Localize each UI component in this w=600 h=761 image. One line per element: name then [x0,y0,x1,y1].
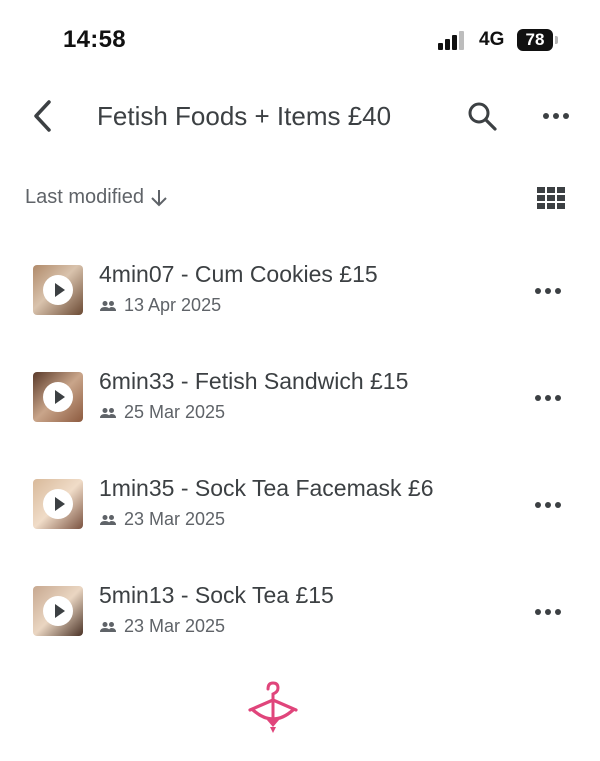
more-horiz-icon[interactable] [534,607,562,617]
file-name: 4min07 - Cum Cookies £15 [99,261,378,287]
file-row[interactable]: 4min07 - Cum Cookies £15 13 Apr 2025 [0,252,600,332]
more-horiz-icon[interactable] [534,393,562,403]
file-meta: 23 Mar 2025 [99,616,225,637]
file-row[interactable]: 6min33 - Fetish Sandwich £15 25 Mar 2025 [0,359,600,439]
file-meta: 23 Mar 2025 [99,509,225,530]
modified-date: 25 Mar 2025 [124,402,226,422]
file-row[interactable]: 5min13 - Sock Tea £15 23 Mar 2025 [0,573,600,653]
arrow-down-icon [151,189,167,206]
modified-date: 23 Mar 2025 [124,509,226,529]
play-icon [43,489,73,519]
cellular-signal-icon [438,31,464,50]
file-meta: 25 Mar 2025 [99,402,225,423]
modified-date: 23 Mar 2025 [124,616,226,636]
people-icon [100,407,116,418]
file-name: 5min13 - Sock Tea £15 [99,582,334,608]
video-thumbnail [33,586,83,636]
more-horiz-icon[interactable] [534,286,562,296]
modified-date: 13 Apr 2025 [124,295,222,315]
page-title: Fetish Foods + Items £40 [97,101,392,131]
file-row[interactable]: 1min35 - Sock Tea Facemask £6 23 Mar 202… [0,466,600,546]
file-name: 6min33 - Fetish Sandwich £15 [99,368,409,394]
play-icon [43,275,73,305]
people-icon [100,300,116,311]
video-thumbnail [33,372,83,422]
play-icon [43,596,73,626]
hanger-bow-logo-icon [248,681,298,733]
chevron-left-icon[interactable] [28,98,58,134]
search-icon[interactable] [466,100,498,132]
sort-button[interactable]: Last modified [25,186,168,209]
sort-label: Last modified [25,186,144,208]
people-icon [100,621,116,632]
play-icon [43,382,73,412]
grid-view-icon[interactable] [537,187,565,209]
battery-level: 78 [517,29,553,51]
battery-icon: 78 [517,29,559,51]
status-time: 14:58 [63,26,126,53]
battery-tip [555,36,558,44]
video-thumbnail [33,265,83,315]
file-name: 1min35 - Sock Tea Facemask £6 [99,475,434,501]
file-meta: 13 Apr 2025 [99,295,221,316]
more-horiz-icon[interactable] [534,500,562,510]
network-type: 4G [479,29,505,50]
people-icon [100,514,116,525]
video-thumbnail [33,479,83,529]
more-horiz-icon[interactable] [541,106,571,126]
